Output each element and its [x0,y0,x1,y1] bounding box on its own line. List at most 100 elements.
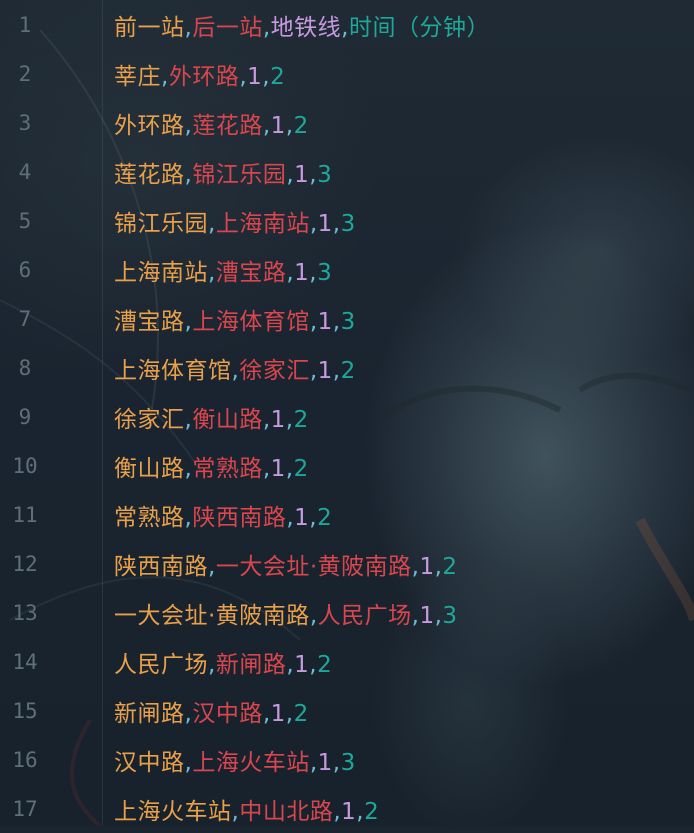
comma-separator: , [208,210,216,237]
code-line[interactable]: 12 陕西南路,一大会址·黄陂南路,1,2 [0,539,694,588]
code-line[interactable]: 7 漕宝路,上海体育馆,1,3 [0,294,694,343]
csv-field-2: 上海体育馆 [192,308,310,335]
code-line[interactable]: 15 新闸路,汉中路,1,2 [0,686,694,735]
comma-separator: , [341,14,349,41]
code-line[interactable]: 6 上海南站,漕宝路,1,3 [0,245,694,294]
comma-separator: , [332,749,341,776]
line-content: 莲花路,锦江乐园,1,3 [114,155,332,189]
comma-separator: , [262,700,271,727]
csv-field-1: 衡山路 [114,455,185,482]
csv-field-2: 一大会址·黄陂南路 [215,553,412,580]
csv-field-4: 2 [293,700,309,727]
code-line[interactable]: 14 人民广场,新闸路,1,2 [0,637,694,686]
comma-separator: , [208,651,216,678]
csv-field-3: 1 [419,602,435,629]
comma-separator: , [356,798,365,825]
csv-field-4: 2 [293,112,309,139]
code-line[interactable]: 9 徐家汇,衡山路,1,2 [0,392,694,441]
code-line[interactable]: 4 莲花路,锦江乐园,1,3 [0,147,694,196]
csv-field-4: 3 [340,210,356,237]
csv-field-2: 常熟路 [192,455,263,482]
comma-separator: , [239,63,248,90]
comma-separator: , [309,602,318,629]
csv-field-4: 2 [293,455,309,482]
code-line[interactable]: 1 前一站,后一站,地铁线,时间（分钟） [0,0,694,49]
csv-field-1: 锦江乐园 [114,210,208,237]
comma-separator: , [285,700,294,727]
comma-separator: , [262,112,271,139]
line-number: 7 [18,306,32,331]
csv-field-1: 外环路 [114,112,185,139]
comma-separator: , [286,651,295,678]
csv-field-4: 2 [442,553,458,580]
line-content: 莘庄,外环路,1,2 [114,57,285,91]
comma-separator: , [309,259,318,286]
csv-field-3: 1 [294,161,310,188]
csv-field-4: 2 [317,651,333,678]
csv-field-1: 汉中路 [114,749,185,776]
line-content: 常熟路,陕西南路,1,2 [114,498,332,532]
csv-field-3: 地铁线 [270,14,342,41]
line-content: 一大会址·黄陂南路,人民广场,1,3 [114,596,458,630]
csv-field-4: 2 [270,63,286,90]
line-number: 16 [12,747,38,772]
code-line[interactable]: 16 汉中路,上海火车站,1,3 [0,735,694,784]
comma-separator: , [285,406,294,433]
comma-separator: , [309,210,318,237]
csv-field-4: 3 [442,602,458,629]
comma-separator: , [262,406,271,433]
code-line[interactable]: 13 一大会址·黄陂南路,人民广场,1,3 [0,588,694,637]
line-content: 漕宝路,上海体育馆,1,3 [114,302,356,336]
comma-separator: , [309,161,318,188]
line-content: 上海火车站,中山北路,1,2 [114,792,379,826]
csv-field-3: 1 [317,210,333,237]
csv-field-4: 2 [364,798,380,825]
line-number: 13 [12,600,38,625]
comma-separator: , [285,455,294,482]
csv-field-3: 1 [341,798,357,825]
csv-field-3: 1 [294,504,310,531]
csv-field-3: 1 [294,651,310,678]
comma-separator: , [286,504,295,531]
csv-field-2: 后一站 [192,14,263,41]
line-number: 3 [18,110,32,135]
code-editor[interactable]: 1 前一站,后一站,地铁线,时间（分钟） 2 莘庄,外环路,1,2 3 外环路,莲花路,1… [0,0,694,826]
comma-separator: , [309,504,318,531]
comma-separator: , [208,553,216,580]
csv-field-2: 人民广场 [317,602,412,629]
code-line[interactable]: 3 外环路,莲花路,1,2 [0,98,694,147]
comma-separator: , [286,161,295,188]
line-content: 前一站,后一站,地铁线,时间（分钟） [114,8,490,42]
csv-field-2: 锦江乐园 [192,161,287,188]
csv-field-1: 人民广场 [114,651,208,678]
csv-field-4: 3 [317,259,333,286]
csv-field-2: 漕宝路 [215,259,287,286]
csv-field-4: 2 [317,504,333,531]
line-content: 上海体育馆,徐家汇,1,2 [114,351,356,385]
csv-field-3: 1 [270,455,286,482]
code-line[interactable]: 2 莘庄,外环路,1,2 [0,49,694,98]
line-number: 1 [18,12,32,37]
csv-field-2: 新闸路 [215,651,287,678]
csv-field-1: 上海体育馆 [114,357,232,384]
comma-separator: , [332,357,341,384]
code-line[interactable]: 11 常熟路,陕西南路,1,2 [0,490,694,539]
csv-field-3: 1 [294,259,310,286]
csv-field-1: 新闸路 [114,700,185,727]
csv-field-1: 一大会址·黄陂南路 [114,602,310,629]
csv-field-3: 1 [419,553,435,580]
line-number: 10 [12,453,38,478]
code-line[interactable]: 10 衡山路,常熟路,1,2 [0,441,694,490]
csv-field-2: 莲花路 [192,112,263,139]
comma-separator: , [285,112,294,139]
csv-field-1: 漕宝路 [114,308,185,335]
csv-field-2: 汉中路 [192,700,263,727]
csv-field-3: 1 [317,357,333,384]
line-number: 4 [18,159,32,184]
code-line[interactable]: 5 锦江乐园,上海南站,1,3 [0,196,694,245]
csv-field-2: 上海火车站 [192,749,310,776]
code-line[interactable]: 8 上海体育馆,徐家汇,1,2 [0,343,694,392]
csv-field-2: 上海南站 [215,210,310,237]
comma-separator: , [208,259,216,286]
comma-separator: , [161,63,169,90]
